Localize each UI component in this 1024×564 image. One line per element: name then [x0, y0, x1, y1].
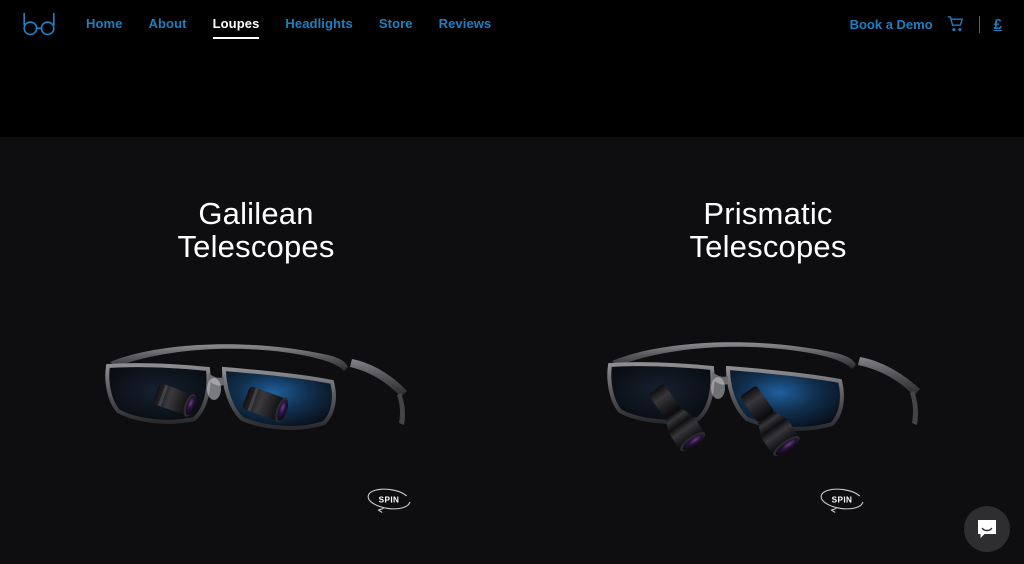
product-title-line-1: Galilean: [198, 196, 314, 231]
site-logo[interactable]: [22, 11, 56, 37]
galilean-loupes-image[interactable]: [96, 319, 416, 469]
currency-selector[interactable]: £: [994, 17, 1002, 32]
product-title-line-2: Telescopes: [689, 229, 847, 264]
shopping-cart-icon: [947, 16, 963, 32]
product-card-prismatic[interactable]: Prismatic Telescopes SPIN: [512, 137, 1024, 564]
book-a-demo-link[interactable]: Book a Demo: [850, 17, 933, 32]
logo-icon: [23, 13, 55, 36]
cart-button[interactable]: [947, 15, 965, 33]
spin-label-prismatic: SPIN: [832, 496, 853, 505]
product-title-galilean: Galilean Telescopes: [0, 197, 512, 263]
main-navigation: Home About Loupes Headlights Store Revie…: [0, 0, 1024, 48]
spin-button-prismatic[interactable]: SPIN: [819, 487, 865, 513]
nav-link-headlights[interactable]: Headlights: [285, 16, 352, 33]
nav-actions: Book a Demo £: [850, 15, 1002, 33]
nav-link-reviews[interactable]: Reviews: [439, 16, 492, 33]
prismatic-loupes-image[interactable]: [598, 319, 938, 489]
main-content: Galilean Telescopes SPIN Prismatic Teles…: [0, 137, 1024, 564]
site-header: Home About Loupes Headlights Store Revie…: [0, 0, 1024, 137]
product-title-line-2: Telescopes: [177, 229, 335, 264]
product-title-line-1: Prismatic: [703, 196, 833, 231]
nav-link-list: Home About Loupes Headlights Store Revie…: [86, 16, 492, 39]
nav-link-store[interactable]: Store: [379, 16, 413, 33]
spin-button-galilean[interactable]: SPIN: [366, 487, 412, 513]
product-grid: Galilean Telescopes SPIN Prismatic Teles…: [0, 137, 1024, 564]
chat-widget-button[interactable]: [964, 506, 1010, 552]
nav-link-loupes[interactable]: Loupes: [212, 16, 260, 39]
nav-divider: [978, 15, 980, 33]
page-root: Home About Loupes Headlights Store Revie…: [0, 0, 1024, 564]
nav-link-about[interactable]: About: [149, 16, 187, 33]
product-card-galilean[interactable]: Galilean Telescopes SPIN: [0, 137, 512, 564]
nav-link-home[interactable]: Home: [86, 16, 123, 33]
product-title-prismatic: Prismatic Telescopes: [512, 197, 1024, 263]
chat-bubble-icon: [978, 520, 996, 538]
spin-label-galilean: SPIN: [379, 496, 400, 505]
